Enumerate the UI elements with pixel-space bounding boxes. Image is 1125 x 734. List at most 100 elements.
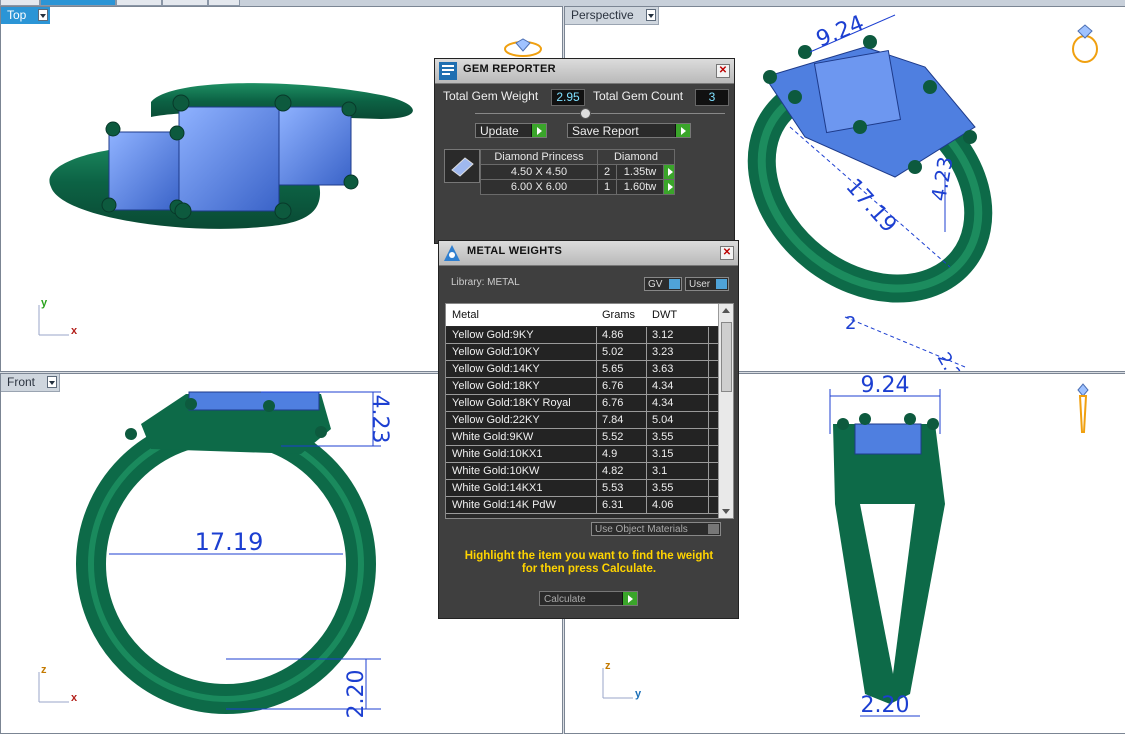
metal-grams-cell: 5.02 bbox=[602, 346, 624, 358]
calculate-button[interactable]: Calculate bbox=[539, 591, 638, 606]
column-divider bbox=[596, 463, 597, 479]
table-row[interactable]: 4.50 X 4.50 2 1.35tw bbox=[480, 164, 675, 180]
table-row[interactable]: Yellow Gold:10KY 5.02 3.23 bbox=[446, 344, 718, 361]
scrollbar-thumb[interactable] bbox=[721, 322, 732, 392]
column-divider bbox=[596, 429, 597, 445]
collapse-handle-icon[interactable] bbox=[580, 108, 591, 119]
dim-label: 17.19 bbox=[195, 528, 264, 556]
save-report-button[interactable]: Save Report bbox=[567, 123, 691, 138]
column-divider bbox=[708, 463, 709, 479]
diamond-icon bbox=[451, 157, 474, 177]
column-divider bbox=[708, 395, 709, 411]
chevron-down-icon[interactable] bbox=[38, 9, 49, 21]
column-header-grams[interactable]: Grams bbox=[602, 309, 635, 321]
gem-reporter-panel[interactable]: GEM REPORTER ✕ Total Gem Weight 2.95 Tot… bbox=[434, 58, 735, 244]
metal-metal-cell: Yellow Gold:9KY bbox=[452, 329, 534, 341]
metal-dwt-cell: 3.23 bbox=[652, 346, 674, 358]
dim-label: 2.20 bbox=[933, 349, 971, 371]
viewport-label-perspective[interactable]: Perspective bbox=[565, 7, 659, 25]
column-divider bbox=[596, 327, 597, 343]
table-row[interactable]: White Gold:14KX1 5.53 3.55 bbox=[446, 480, 718, 497]
column-divider bbox=[646, 480, 647, 496]
viewport-label-front[interactable]: Front bbox=[1, 374, 61, 392]
dim-label: 2 bbox=[845, 313, 856, 334]
dim-label: 17.19 bbox=[841, 174, 902, 238]
viewport-title: Top bbox=[7, 8, 27, 22]
metal-dwt-cell: 3.55 bbox=[652, 431, 674, 443]
column-divider bbox=[646, 446, 647, 462]
metal-table[interactable]: Metal Grams DWT Yellow Gold:9KY 4.86 3.12 Y… bbox=[445, 303, 734, 519]
column-divider bbox=[708, 344, 709, 360]
play-icon[interactable] bbox=[663, 164, 675, 180]
metal-weights-titlebar[interactable]: METAL WEIGHTS ✕ bbox=[439, 241, 738, 266]
metal-table-header: Metal Grams DWT bbox=[446, 304, 718, 326]
toggle-knob bbox=[716, 279, 727, 289]
use-object-materials-toggle[interactable]: Use Object Materials bbox=[591, 522, 721, 536]
user-toggle[interactable]: User bbox=[685, 277, 729, 291]
table-row[interactable]: White Gold:9KW 5.52 3.55 bbox=[446, 429, 718, 446]
column-header-metal[interactable]: Metal bbox=[452, 309, 479, 321]
column-divider bbox=[708, 480, 709, 496]
gv-toggle[interactable]: GV bbox=[644, 277, 682, 291]
column-divider bbox=[646, 378, 647, 394]
column-divider bbox=[596, 497, 597, 513]
gem-reporter-titlebar[interactable]: GEM REPORTER ✕ bbox=[435, 59, 734, 84]
gem-count: 2 bbox=[597, 164, 617, 180]
panel-title: GEM REPORTER bbox=[463, 63, 556, 75]
ring-preview-icon bbox=[504, 38, 542, 57]
column-divider bbox=[646, 463, 647, 479]
table-row[interactable]: White Gold:14K PdW 6.31 4.06 bbox=[446, 497, 718, 514]
metal-grams-cell: 4.9 bbox=[602, 448, 618, 460]
table-row[interactable]: Yellow Gold:9KY 4.86 3.12 bbox=[446, 327, 718, 344]
user-toggle-label: User bbox=[689, 279, 711, 290]
column-divider bbox=[646, 344, 647, 360]
table-row[interactable]: Yellow Gold:14KY 5.65 3.63 bbox=[446, 361, 718, 378]
column-divider bbox=[708, 378, 709, 394]
metal-metal-cell: White Gold:14K PdW bbox=[452, 499, 556, 511]
update-button[interactable]: Update bbox=[475, 123, 547, 138]
gem-shape-thumbnail bbox=[444, 149, 480, 183]
axis-label-y: y bbox=[635, 688, 642, 700]
scroll-up-icon[interactable] bbox=[722, 308, 730, 313]
axis-label-x: x bbox=[71, 325, 78, 337]
metal-grams-cell: 5.52 bbox=[602, 431, 624, 443]
close-icon[interactable]: ✕ bbox=[716, 64, 730, 78]
dim-label: 9.24 bbox=[813, 11, 868, 53]
metal-metal-cell: Yellow Gold:10KY bbox=[452, 346, 540, 358]
gem-weight: 1.35tw bbox=[616, 164, 664, 180]
report-icon bbox=[439, 62, 457, 80]
dim-label: 9.24 bbox=[861, 374, 910, 398]
table-row[interactable]: 6.00 X 6.00 1 1.60tw bbox=[480, 179, 675, 195]
metal-dwt-cell: 3.12 bbox=[652, 329, 674, 341]
play-icon bbox=[531, 124, 546, 137]
metal-weights-panel[interactable]: METAL WEIGHTS ✕ Library: METAL GV User M… bbox=[438, 240, 739, 619]
chevron-down-icon[interactable] bbox=[47, 376, 58, 388]
toggle-knob bbox=[708, 524, 719, 534]
column-divider bbox=[646, 361, 647, 377]
close-icon[interactable]: ✕ bbox=[720, 246, 734, 260]
gem-size: 4.50 X 4.50 bbox=[480, 164, 598, 180]
play-icon[interactable] bbox=[663, 179, 675, 195]
gem-size: 6.00 X 6.00 bbox=[480, 179, 598, 195]
table-row[interactable]: White Gold:10KX1 4.9 3.15 bbox=[446, 446, 718, 463]
table-row[interactable]: Yellow Gold:18KY 6.76 4.34 bbox=[446, 378, 718, 395]
table-row[interactable]: White Gold:10KW 4.82 3.1 bbox=[446, 463, 718, 480]
metal-metal-cell: White Gold:10KW bbox=[452, 465, 540, 477]
column-divider bbox=[646, 429, 647, 445]
ring-preview-icon bbox=[1077, 383, 1089, 433]
dim-label: 4.23 bbox=[367, 395, 392, 444]
column-divider bbox=[646, 412, 647, 428]
metal-grams-cell: 4.82 bbox=[602, 465, 624, 477]
column-header-dwt[interactable]: DWT bbox=[652, 309, 677, 321]
metal-dwt-cell: 3.63 bbox=[652, 363, 674, 375]
table-row[interactable]: Yellow Gold:22KY 7.84 5.04 bbox=[446, 412, 718, 429]
viewport-label-top[interactable]: Top bbox=[1, 7, 51, 24]
metal-grams-cell: 5.53 bbox=[602, 482, 624, 494]
play-icon bbox=[622, 592, 637, 605]
table-row[interactable]: Yellow Gold:18KY Royal 6.76 4.34 bbox=[446, 395, 718, 412]
metal-metal-cell: White Gold:14KX1 bbox=[452, 482, 543, 494]
vertical-scrollbar[interactable] bbox=[718, 304, 733, 518]
scroll-down-icon[interactable] bbox=[722, 509, 730, 514]
chevron-down-icon[interactable] bbox=[645, 9, 656, 21]
axis-label-z: z bbox=[605, 660, 611, 672]
